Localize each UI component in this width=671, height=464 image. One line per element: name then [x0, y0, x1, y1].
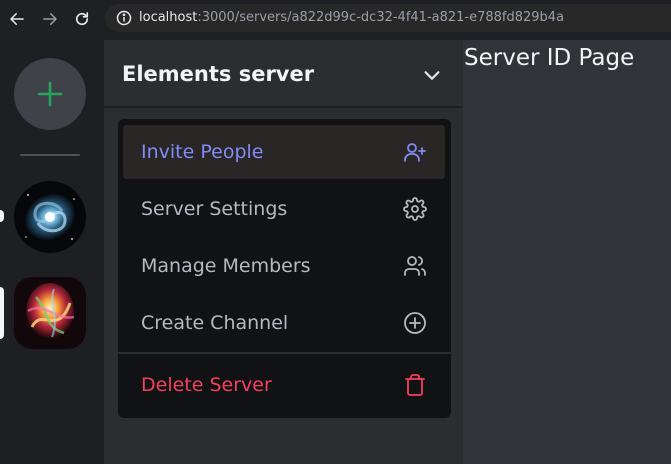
menu-item-manage-members[interactable]: Manage Members [123, 239, 445, 293]
url-host: localhost [139, 10, 198, 25]
menu-divider [118, 352, 451, 354]
add-server-button[interactable] [14, 58, 86, 130]
menu-item-label: Delete Server [141, 374, 272, 396]
menu-item-delete-server[interactable]: Delete Server [123, 358, 445, 412]
gear-icon [403, 197, 427, 221]
selected-indicator [0, 287, 4, 339]
reload-icon[interactable] [71, 8, 93, 30]
users-icon [403, 254, 427, 278]
server-header[interactable]: Elements server [104, 40, 463, 108]
menu-item-label: Create Channel [141, 312, 289, 334]
user-plus-icon [403, 140, 427, 164]
address-bar[interactable]: localhost:3000/servers/a822d99c-dc32-4f4… [105, 4, 671, 32]
chevron-down-icon[interactable] [421, 64, 443, 86]
menu-item-invite-people[interactable]: Invite People [123, 125, 445, 179]
rail-divider [20, 154, 80, 156]
server-dropdown-menu: Invite People Server Settings Manage Mem… [118, 119, 451, 418]
server-rail [0, 40, 104, 464]
server-icon-galaxy[interactable] [14, 181, 86, 253]
url-text: localhost:3000/servers/a822d99c-dc32-4f4… [139, 10, 564, 26]
menu-item-server-settings[interactable]: Server Settings [123, 182, 445, 236]
trash-icon [403, 373, 427, 397]
page-title: Server ID Page [464, 45, 635, 71]
plus-circle-icon [403, 311, 427, 335]
browser-toolbar: localhost:3000/servers/a822d99c-dc32-4f4… [0, 0, 671, 40]
back-arrow-icon[interactable] [6, 8, 28, 30]
main-content: Server ID Page [463, 40, 671, 464]
url-path: :3000/servers/a822d99c-dc32-4f41-a821-e7… [197, 10, 565, 25]
menu-item-label: Manage Members [141, 255, 311, 277]
unread-indicator [0, 210, 4, 222]
plus-icon [37, 81, 63, 107]
server-name: Elements server [122, 62, 315, 86]
menu-item-label: Invite People [141, 141, 264, 163]
menu-item-create-channel[interactable]: Create Channel [123, 296, 445, 350]
site-info-icon[interactable] [116, 10, 132, 26]
server-icon-abstract[interactable] [14, 277, 86, 349]
menu-item-label: Server Settings [141, 198, 288, 220]
forward-arrow-icon[interactable] [39, 8, 61, 30]
